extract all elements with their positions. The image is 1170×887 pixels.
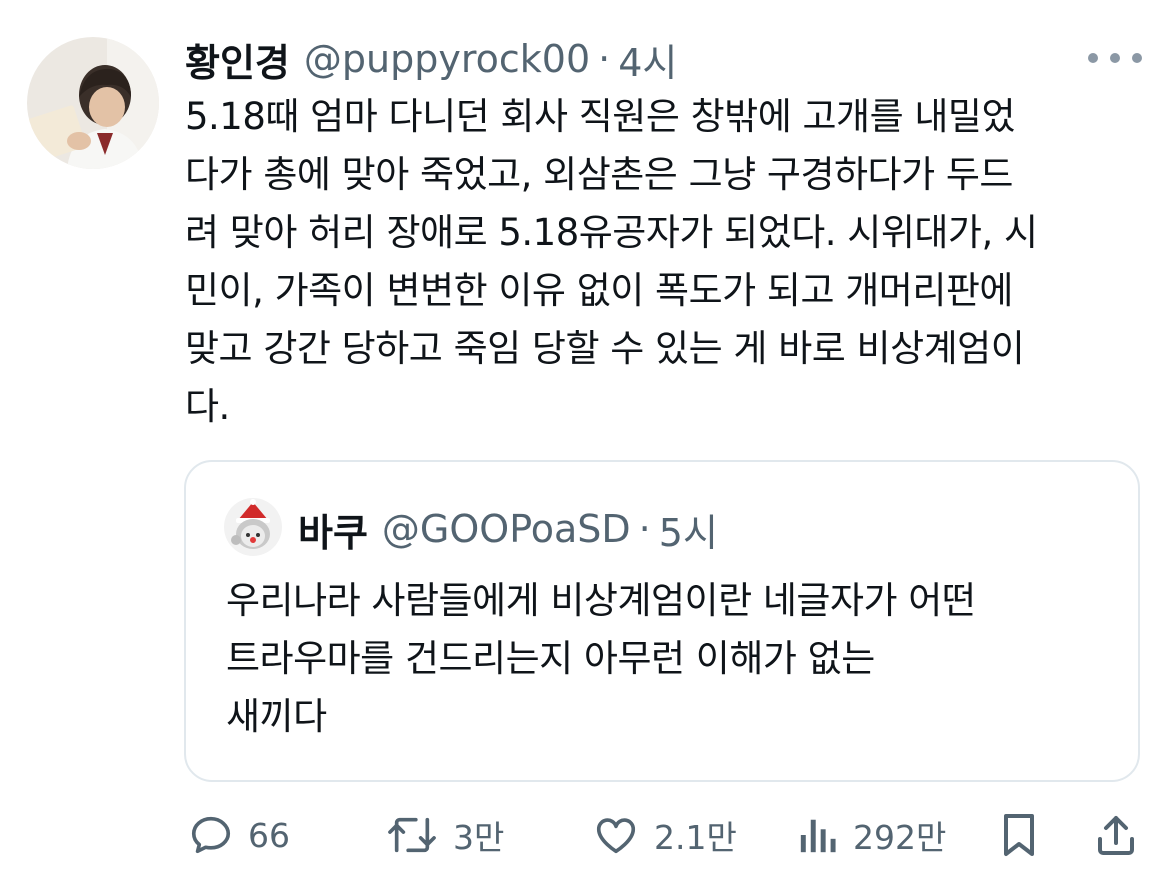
quote-author-handle: @GOOPoaSD xyxy=(381,507,631,551)
quote-header: 바쿠 @GOOPoaSD · 5시 xyxy=(298,504,718,555)
quote-text-line: 트라우마를 건드리는지 아무런 이해가 없는 xyxy=(226,637,875,680)
tweet-text: 5.18때 엄마 다니던 회사 직원은 창밖에 고개를 내밀었 다가 총에 맞아… xyxy=(185,88,1135,436)
separator-dot: · xyxy=(638,507,651,551)
tweet-text-line: 민이, 가족이 변변한 이유 없이 폭도가 되고 개머리판에 xyxy=(185,269,1013,312)
share-button[interactable] xyxy=(1094,800,1138,870)
retweet-button[interactable]: 3만 xyxy=(385,800,504,870)
tweet-text-line: 다. xyxy=(185,385,230,428)
heart-icon xyxy=(596,818,636,854)
tweet-text-line: 려 맞아 허리 장애로 5.18유공자가 되었다. 시위대가, 시 xyxy=(185,211,1038,254)
share-icon xyxy=(1098,816,1134,855)
retweet-count: 3만 xyxy=(453,818,505,857)
separator-dot: · xyxy=(598,37,611,81)
more-dots-icon xyxy=(1132,53,1142,63)
tweet-timestamp[interactable]: 4시 xyxy=(618,32,677,87)
tweet-text-line: 다가 총에 맞아 죽었고, 외삼촌은 그냥 구경하다가 두드 xyxy=(185,153,1013,196)
quote-author-name: 바쿠 xyxy=(298,510,368,555)
quote-author-avatar xyxy=(224,498,282,556)
quote-text: 우리나라 사람들에게 비상계엄이란 네글자가 어떤 트라우마를 건드리는지 아무… xyxy=(226,572,1106,746)
author-handle[interactable]: @puppyrock00 xyxy=(304,37,590,81)
reply-bubble-icon xyxy=(191,816,231,854)
more-dots-icon xyxy=(1110,53,1120,63)
quote-text-line: 새끼다 xyxy=(226,695,327,738)
author-name[interactable]: 황인경 xyxy=(185,32,290,87)
action-bar: 66 3만 2.1만 292만 xyxy=(0,800,1170,870)
views-chart-icon xyxy=(800,819,836,853)
avatar-photo xyxy=(27,37,159,169)
like-button[interactable]: 2.1만 xyxy=(592,800,737,870)
tweet-header: 황인경 @puppyrock00 · 4시 xyxy=(185,32,677,87)
quoted-tweet[interactable]: 바쿠 @GOOPoaSD · 5시 우리나라 사람들에게 비상계엄이란 네글자가… xyxy=(184,460,1140,782)
reply-button[interactable]: 66 xyxy=(188,800,290,870)
views-count: 292만 xyxy=(853,818,947,857)
like-count: 2.1만 xyxy=(654,818,737,857)
more-dots-icon xyxy=(1088,53,1098,63)
quote-avatar-image xyxy=(224,498,282,556)
more-options-button[interactable] xyxy=(1088,48,1142,68)
tweet-text-line: 맞고 강간 당하고 죽임 당할 수 있는 게 바로 비상계엄이 xyxy=(185,327,1025,370)
quote-timestamp: 5시 xyxy=(658,510,718,555)
retweet-icon xyxy=(388,817,436,853)
quote-text-line: 우리나라 사람들에게 비상계엄이란 네글자가 어떤 xyxy=(226,579,976,622)
bookmark-icon xyxy=(1004,814,1034,856)
views-button[interactable]: 292만 xyxy=(797,800,946,870)
reply-count: 66 xyxy=(248,815,290,855)
bookmark-button[interactable] xyxy=(998,800,1040,870)
author-avatar[interactable] xyxy=(27,37,159,169)
tweet-text-line: 5.18때 엄마 다니던 회사 직원은 창밖에 고개를 내밀었 xyxy=(185,95,1016,138)
